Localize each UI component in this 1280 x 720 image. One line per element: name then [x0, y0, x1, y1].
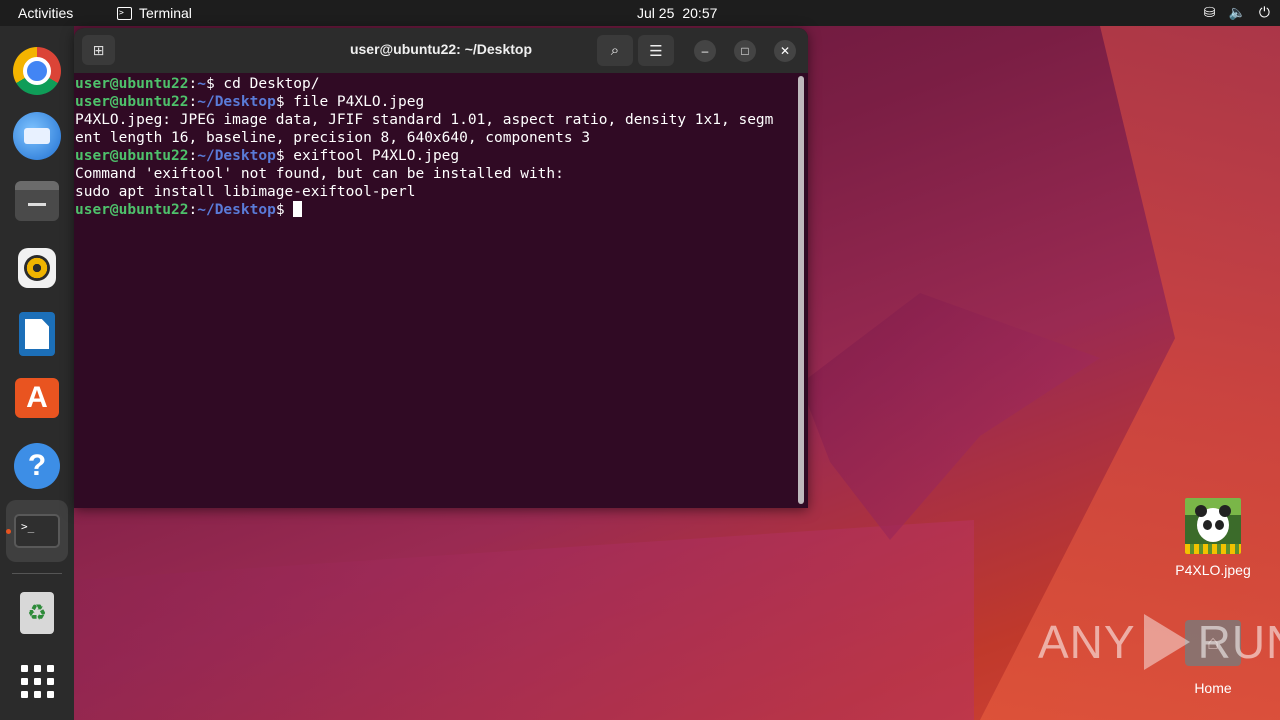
maximize-icon: □ [741, 44, 749, 58]
search-button[interactable]: ⌕ [597, 35, 633, 66]
terminal-output-line: sudo apt install libimage-exiftool-perl [75, 184, 416, 200]
prompt-command: $ exiftool P4XLO.jpeg [275, 148, 460, 164]
terminal-window[interactable]: ⊞ user@ubuntu22: ~/Desktop ⌕ ☰ – □ ✕ use… [74, 28, 808, 508]
terminal-prompt-line: user@ubuntu22:~/Desktop$ exiftool P4XLO.… [75, 147, 795, 165]
app-menu[interactable]: > Terminal [117, 5, 192, 21]
prompt-separator: : [188, 202, 198, 218]
app-center-icon[interactable]: A [15, 378, 59, 418]
prompt-user: user@ubuntu22 [75, 94, 189, 110]
watermark-right: RUN [1197, 616, 1280, 668]
activities-button[interactable]: Activities [18, 5, 73, 21]
terminal-prompt-line: user@ubuntu22:~$ cd Desktop/ [75, 75, 795, 93]
maximize-button[interactable]: □ [734, 40, 756, 62]
prompt-path: ~/Desktop [197, 94, 276, 110]
help-glyph: ? [27, 449, 47, 482]
app-menu-label: Terminal [139, 5, 192, 21]
prompt-path: ~/Desktop [197, 202, 276, 218]
prompt-command: $ file P4XLO.jpeg [275, 94, 425, 110]
prompt-user: user@ubuntu22 [75, 202, 189, 218]
image-thumbnail [1185, 498, 1241, 554]
desktop-home-label: Home [1194, 680, 1232, 696]
watermark: ANY RUN [1038, 612, 1280, 672]
prompt-command: $ [275, 202, 294, 218]
clock-date: Jul 25 [637, 5, 675, 21]
terminal-output[interactable]: user@ubuntu22:~$ cd Desktop/user@ubuntu2… [75, 75, 795, 505]
prompt-separator: : [188, 76, 198, 92]
prompt-separator: : [188, 148, 198, 164]
desktop-file-icon[interactable]: P4XLO.jpeg [1168, 498, 1258, 578]
play-icon [1143, 614, 1190, 670]
thunderbird-icon[interactable] [13, 112, 61, 160]
minimize-icon: – [701, 44, 709, 58]
network-icon: ⛁ [1203, 4, 1216, 20]
running-indicator [6, 529, 11, 534]
trash-icon[interactable]: ♻ [20, 592, 54, 634]
terminal-titlebar[interactable]: ⊞ user@ubuntu22: ~/Desktop ⌕ ☰ – □ ✕ [74, 28, 808, 73]
files-icon[interactable] [15, 181, 59, 221]
prompt-user: user@ubuntu22 [75, 76, 189, 92]
terminal-icon: > [117, 6, 132, 20]
trash-glyph: ♻ [27, 600, 47, 625]
help-icon[interactable]: ? [14, 443, 60, 489]
terminal-dock-button[interactable]: >_ [6, 500, 68, 562]
terminal-prompt-line: user@ubuntu22:~/Desktop$ file P4XLO.jpeg [75, 93, 795, 111]
terminal-output-line: P4XLO.jpeg: JPEG image data, JFIF standa… [75, 112, 774, 128]
desktop-file-label: P4XLO.jpeg [1175, 562, 1251, 578]
wallpaper-shape [74, 520, 974, 720]
prompt-command: $ cd Desktop/ [205, 76, 320, 92]
watermark-left: ANY [1038, 616, 1136, 668]
terminal-icon: >_ [14, 514, 60, 548]
app-center-glyph: A [26, 381, 48, 414]
prompt-separator: : [188, 94, 198, 110]
apps-grid-icon[interactable] [13, 657, 61, 705]
prompt-user: user@ubuntu22 [75, 148, 189, 164]
scrollbar[interactable] [798, 76, 804, 504]
prompt-path: ~ [197, 76, 206, 92]
terminal-output-line: ent length 16, baseline, precision 8, 64… [75, 130, 591, 146]
dock: A ? >_ ♻ [0, 26, 74, 720]
volume-icon: 🔈 [1228, 4, 1246, 20]
hamburger-icon: ☰ [649, 42, 663, 60]
rhythmbox-icon[interactable] [18, 248, 56, 288]
terminal-cursor [293, 201, 303, 217]
dock-separator [12, 573, 62, 574]
top-bar: Activities > Terminal Jul 25 20:57 ⛁ 🔈 ⏻ [0, 0, 1280, 26]
search-icon: ⌕ [610, 42, 620, 59]
chrome-icon[interactable] [13, 47, 61, 95]
menu-button[interactable]: ☰ [638, 35, 674, 66]
close-button[interactable]: ✕ [774, 40, 796, 62]
writer-icon[interactable] [19, 312, 55, 356]
terminal-output-line: Command 'exiftool' not found, but can be… [75, 166, 564, 182]
terminal-prompt-line: user@ubuntu22:~/Desktop$ [75, 201, 795, 219]
clock-time: 20:57 [682, 5, 718, 21]
wallpaper-shape [800, 293, 1100, 540]
prompt-path: ~/Desktop [197, 148, 276, 164]
system-tray[interactable]: ⛁ 🔈 ⏻ [1204, 4, 1270, 21]
close-icon: ✕ [779, 44, 791, 58]
clock[interactable]: Jul 25 20:57 [637, 5, 717, 21]
power-icon: ⏻ [1258, 4, 1270, 20]
minimize-button[interactable]: – [694, 40, 716, 62]
